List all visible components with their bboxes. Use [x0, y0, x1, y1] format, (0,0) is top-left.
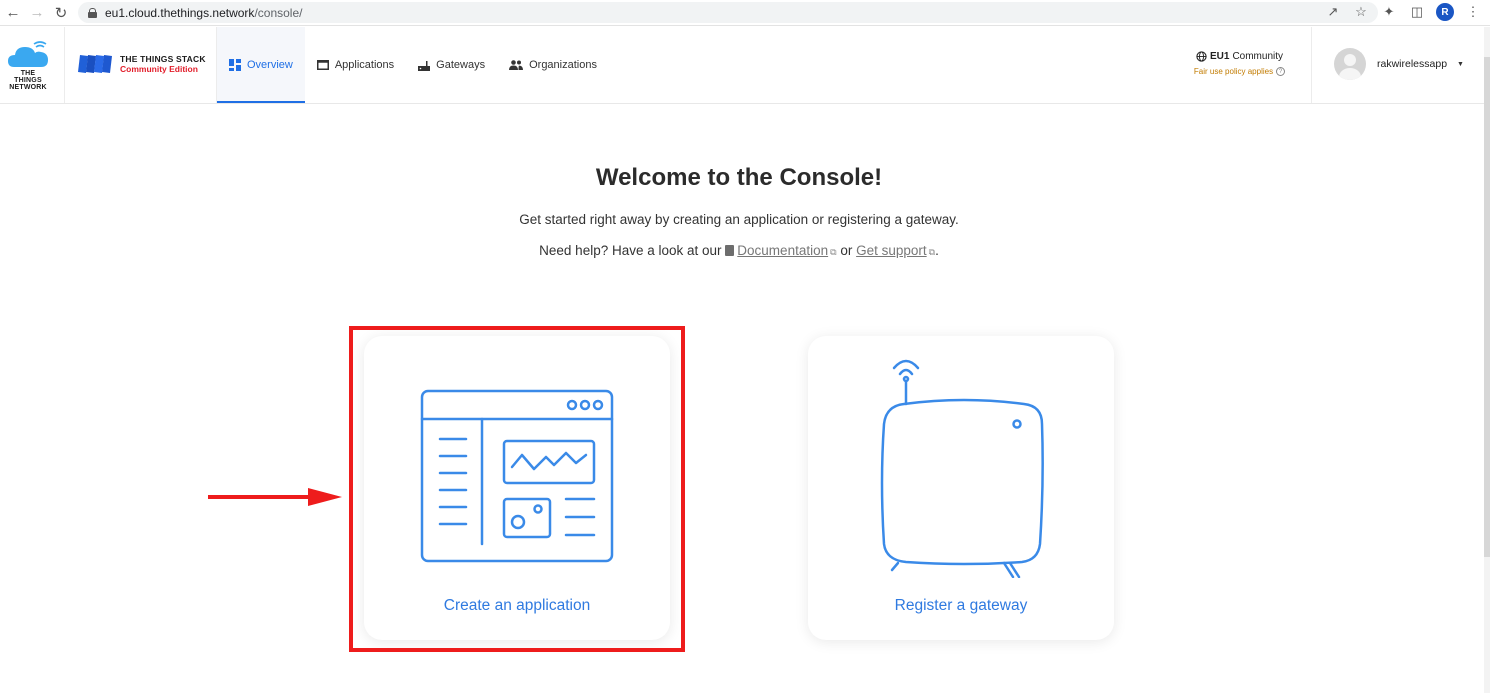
url-host: eu1.cloud.thethings.network — [105, 5, 255, 20]
side-panel-icon[interactable]: ◫ — [1408, 3, 1426, 21]
nav-gateways[interactable]: Gateways — [406, 27, 497, 103]
gateway-illustration-icon — [880, 359, 1044, 578]
external-link-icon: ⧉ — [830, 247, 837, 257]
tts-logo[interactable]: THE THINGS STACK Community Edition — [78, 53, 206, 75]
reload-icon[interactable]: ↻ — [50, 2, 72, 24]
tts-subtitle: Community Edition — [120, 64, 198, 74]
nav-applications[interactable]: Applications — [305, 27, 406, 103]
star-icon[interactable]: ☆ — [1352, 3, 1370, 21]
nav-applications-label: Applications — [334, 59, 395, 71]
page-subtitle: Get started right away by creating an ap… — [519, 212, 959, 227]
help-prefix: Need help? Have a look at our — [539, 243, 722, 258]
nav-overview-label: Overview — [247, 59, 293, 71]
highlight-annotation — [349, 326, 685, 652]
profile-avatar[interactable]: R — [1436, 3, 1454, 21]
page-title: Welcome to the Console! — [595, 164, 883, 191]
globe-icon — [1196, 51, 1207, 62]
cloud-logo-icon — [8, 41, 48, 67]
share-icon[interactable]: ↗ — [1324, 3, 1342, 21]
browser-toolbar: ← → ↻ eu1.cloud.thethings.network/consol… — [0, 0, 1490, 26]
user-avatar — [1334, 48, 1366, 80]
book-icon — [725, 245, 735, 256]
lock-icon — [88, 7, 97, 18]
app-header: THE THINGS NETWORK THE THINGS STACK Comm… — [0, 27, 1484, 104]
help-line: Need help? Have a look at our Documentat… — [0, 243, 1478, 258]
tts-logo-icon — [78, 55, 112, 73]
get-support-link[interactable]: Get support — [856, 243, 927, 258]
nav-organizations[interactable]: Organizations — [497, 27, 609, 103]
ttn-logo-text: THE THINGS NETWORK — [9, 70, 47, 91]
grid-icon — [229, 59, 241, 71]
caret-down-icon: ▼ — [1457, 60, 1464, 68]
scrollbar[interactable] — [1484, 27, 1490, 693]
arrow-annotation-icon — [208, 488, 342, 506]
register-gateway-label: Register a gateway — [894, 597, 1028, 614]
cluster-type: Community — [1232, 51, 1284, 62]
people-icon — [509, 60, 524, 70]
forward-icon[interactable]: → — [26, 2, 48, 24]
address-bar[interactable]: eu1.cloud.thethings.network/console/ — [78, 2, 1378, 23]
username: rakwirelessapp — [1377, 58, 1448, 70]
cluster-selector[interactable]: EU1 Community Fair use policy applies ? — [1182, 51, 1297, 76]
extensions-icon[interactable]: ✦ — [1380, 3, 1398, 21]
tts-title: THE THINGS STACK — [120, 54, 206, 64]
url-path: /console/ — [254, 5, 303, 20]
window-icon — [316, 60, 329, 70]
help-icon[interactable]: ? — [1276, 67, 1286, 76]
cluster-name: EU1 — [1209, 51, 1230, 62]
ttn-logo[interactable]: THE THINGS NETWORK — [0, 27, 65, 103]
back-icon[interactable]: ← — [2, 2, 24, 24]
scrollbar-thumb[interactable] — [1484, 57, 1490, 557]
nav-gateways-label: Gateways — [436, 59, 486, 71]
period-text: . — [935, 243, 939, 258]
register-gateway-card[interactable]: Register a gateway — [808, 336, 1114, 640]
or-text: or — [840, 243, 853, 258]
router-icon — [418, 60, 431, 71]
header-divider-right — [1311, 27, 1312, 103]
user-dropdown[interactable]: rakwirelessapp ▼ — [1334, 48, 1464, 80]
nav-organizations-label: Organizations — [529, 59, 597, 71]
documentation-link[interactable]: Documentation — [737, 243, 828, 258]
more-menu-icon[interactable]: ⋮ — [1464, 3, 1482, 21]
main-nav: Overview Applications Gateways Organizat… — [217, 27, 609, 103]
fair-use-text: Fair use policy applies — [1193, 67, 1274, 76]
nav-overview[interactable]: Overview — [217, 27, 305, 103]
